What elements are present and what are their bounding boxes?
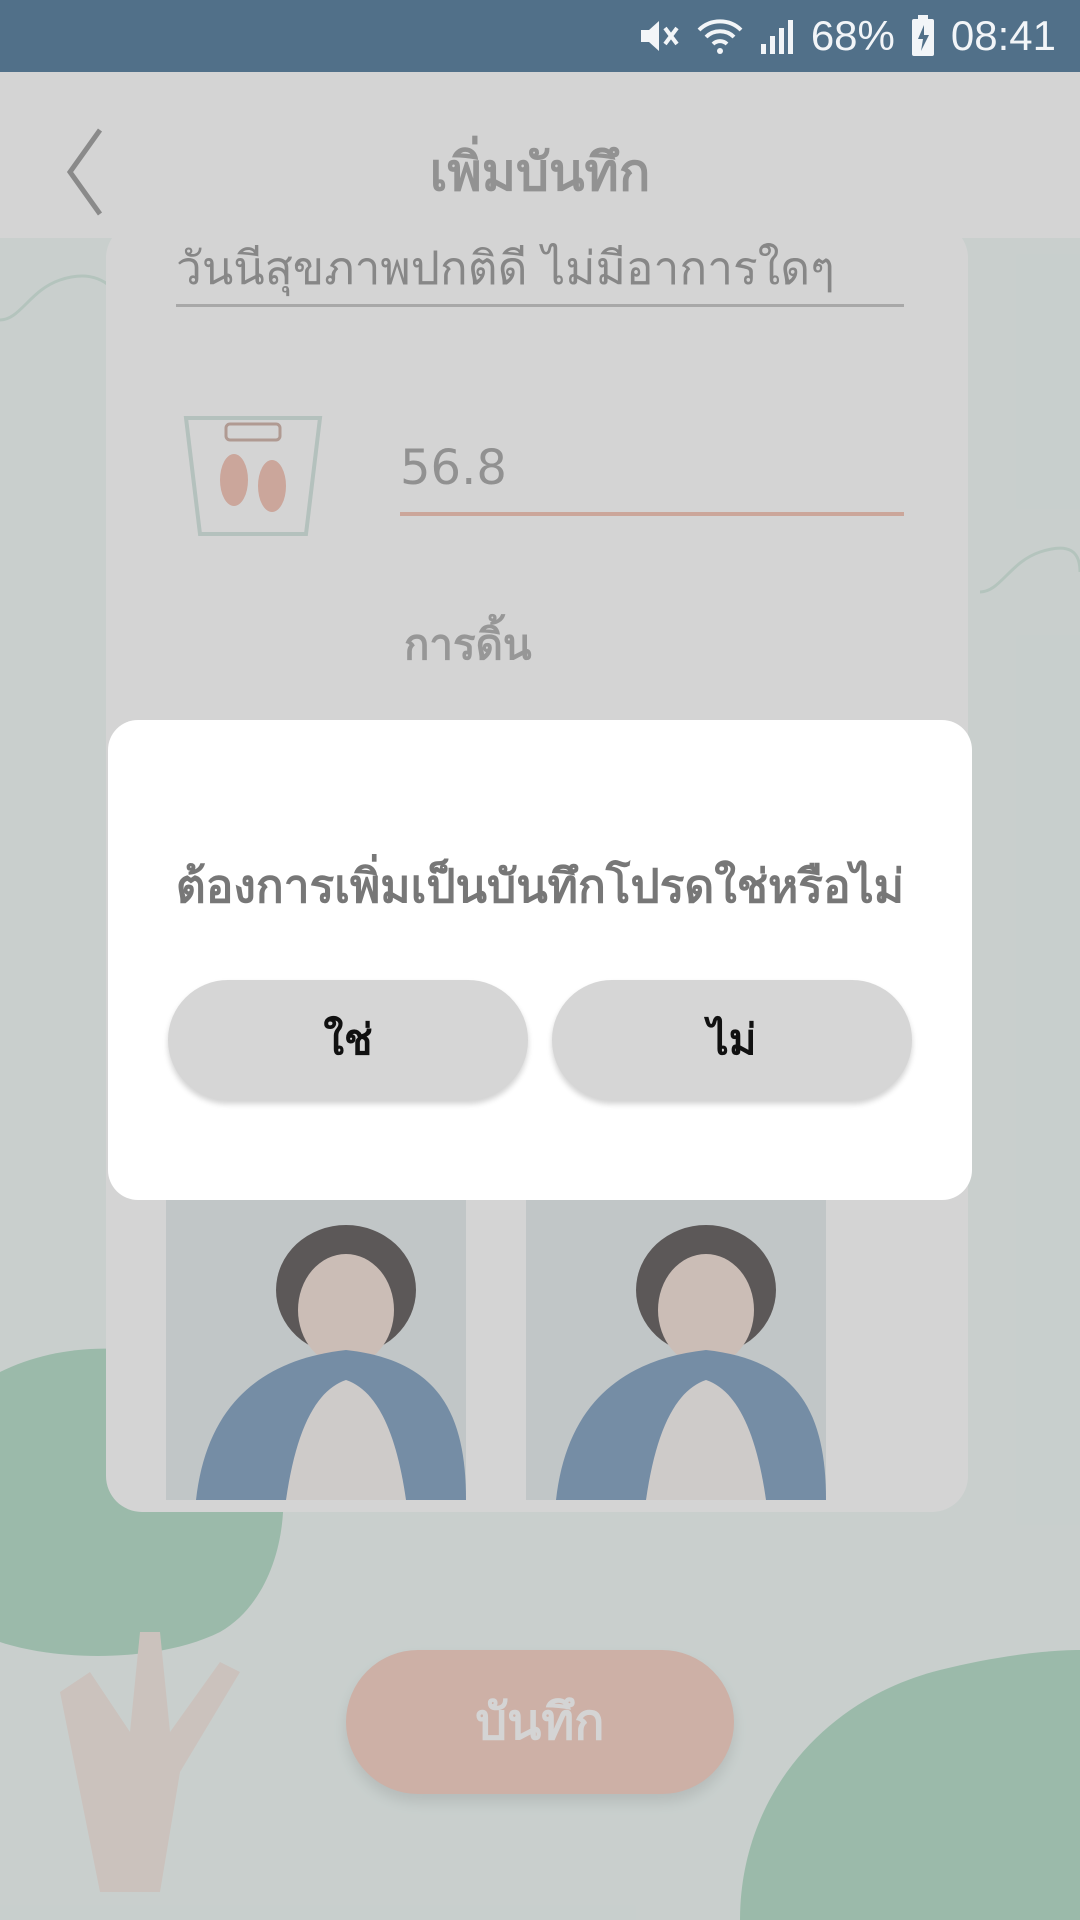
signal-icon bbox=[759, 16, 795, 56]
battery-charging-icon bbox=[911, 15, 935, 57]
mute-icon bbox=[637, 16, 681, 56]
battery-percent: 68% bbox=[810, 12, 895, 59]
confirm-dialog: ต้องการเพิ่มเป็นบันทึกโปรดใช่หรือไม่ ใช่… bbox=[108, 720, 972, 1200]
dialog-message: ต้องการเพิ่มเป็นบันทึกโปรดใช่หรือไม่ bbox=[175, 859, 905, 913]
no-button[interactable]: ไม่ bbox=[552, 980, 912, 1100]
status-bar: 68% 08:41 bbox=[0, 0, 1080, 72]
clock: 08:41 bbox=[950, 12, 1056, 59]
wifi-icon bbox=[697, 16, 743, 56]
yes-button[interactable]: ใช่ bbox=[168, 980, 528, 1100]
